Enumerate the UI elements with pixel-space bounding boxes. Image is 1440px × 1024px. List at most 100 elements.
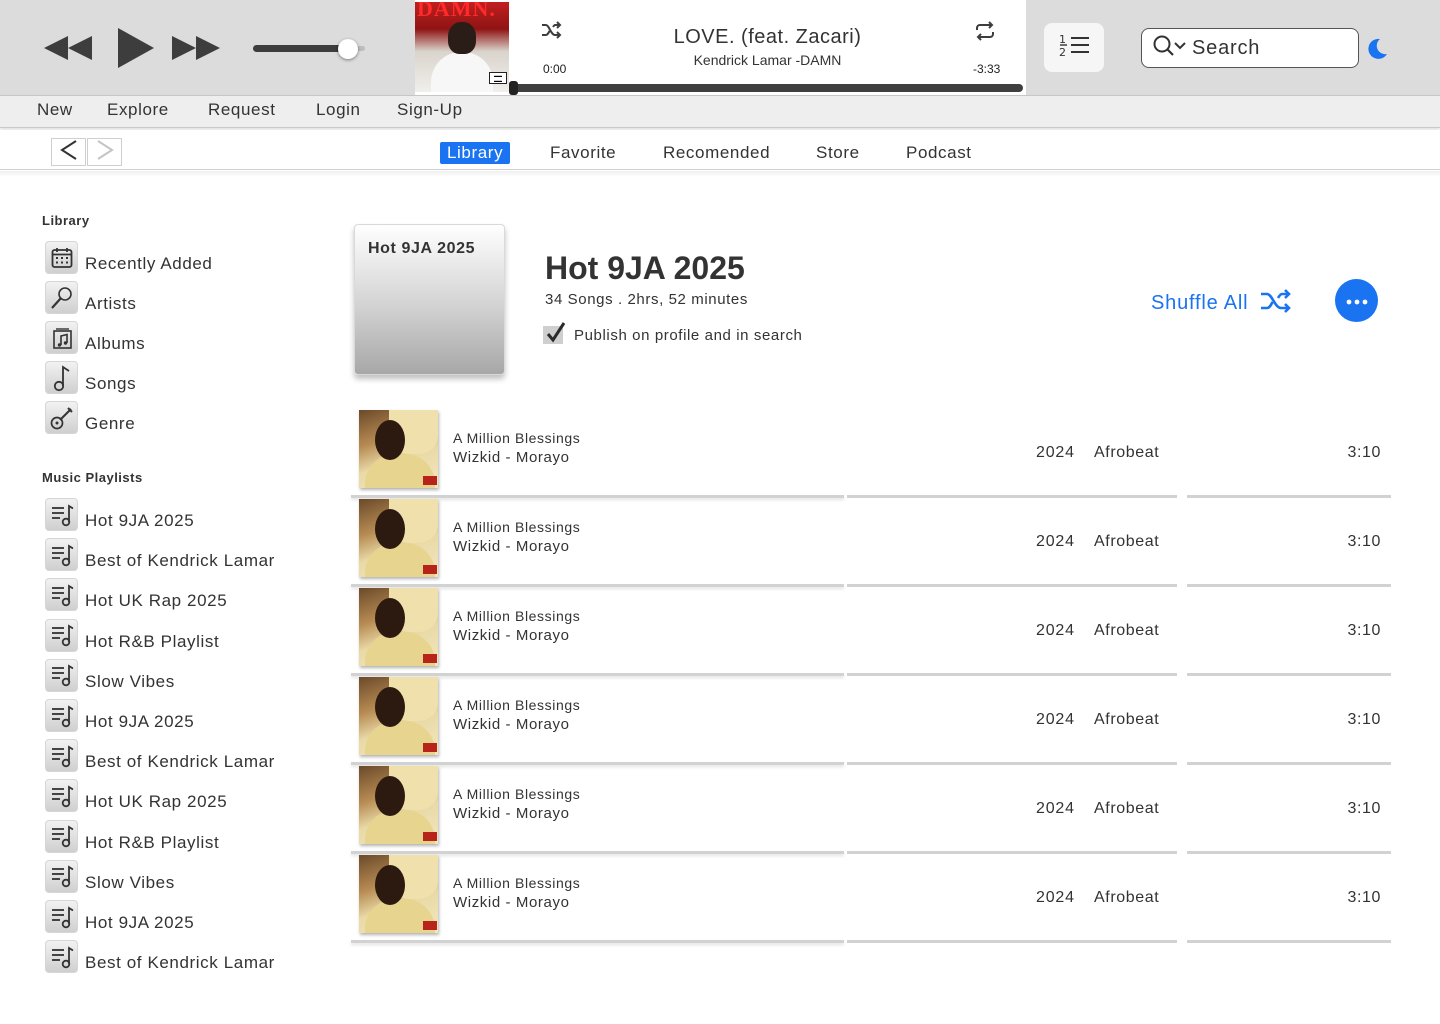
- row-divider: [847, 673, 1177, 676]
- sidebar-playlist-item[interactable]: Hot UK Rap 2025: [44, 779, 314, 819]
- track-artwork[interactable]: [359, 855, 438, 933]
- tab-store[interactable]: Store: [809, 142, 867, 164]
- menu-item-request[interactable]: Request: [208, 100, 276, 120]
- sidebar-playlist-label: Best of Kendrick Lamar: [85, 551, 275, 571]
- track-title: A Million Blessings: [453, 519, 581, 535]
- track-artwork[interactable]: [359, 410, 438, 488]
- row-divider: [1187, 762, 1391, 765]
- sidebar-playlist-label: Hot R&B Playlist: [85, 631, 220, 651]
- tab-favorite[interactable]: Favorite: [543, 142, 623, 164]
- sidebar-item-recently-added[interactable]: Recently Added: [44, 241, 314, 281]
- row-divider: [847, 851, 1177, 854]
- forward-button[interactable]: [87, 138, 122, 166]
- svg-text:2: 2: [1059, 46, 1066, 58]
- tab-library[interactable]: Library: [440, 142, 511, 164]
- artwork-detail: [375, 776, 405, 816]
- tab-bar: Library Favorite Recomended Store Podcas…: [0, 130, 1440, 170]
- track-row[interactable]: A Million Blessings Wizkid - Morayo 2024 Af…: [351, 499, 1391, 588]
- sidebar-playlist-item[interactable]: Hot 9JA 2025: [44, 900, 314, 940]
- publish-checkbox[interactable]: [543, 322, 566, 344]
- sidebar-playlist-item[interactable]: Best of Kendrick Lamar: [44, 940, 314, 980]
- track-artist[interactable]: Wizkid - Morayo: [453, 805, 570, 822]
- track-artist[interactable]: Wizkid - Morayo: [453, 716, 570, 733]
- playlist-icon: [45, 618, 78, 652]
- sidebar-playlist-label: Hot UK Rap 2025: [85, 591, 228, 611]
- track-row[interactable]: A Million Blessings Wizkid - Morayo 2024 Af…: [351, 410, 1391, 499]
- sidebar-item-artists[interactable]: Artists: [44, 281, 314, 321]
- row-divider: [847, 940, 1177, 943]
- numbered-list-icon: 1 2: [1057, 32, 1091, 63]
- now-playing-artist[interactable]: Kendrick Lamar -DAMN: [525, 52, 1010, 68]
- sidebar-playlist-item[interactable]: Hot UK Rap 2025: [44, 578, 314, 618]
- tab-recomended[interactable]: Recomended: [656, 142, 777, 164]
- track-row[interactable]: A Million Blessings Wizkid - Morayo 2024 Af…: [351, 766, 1391, 855]
- track-title: A Million Blessings: [453, 608, 581, 624]
- row-divider: [1187, 940, 1391, 943]
- row-divider: [351, 584, 844, 587]
- track-artist[interactable]: Wizkid - Morayo: [453, 894, 570, 911]
- svg-text:1: 1: [1059, 33, 1066, 46]
- fast-forward-icon[interactable]: [168, 24, 226, 77]
- search-icon[interactable]: [1152, 34, 1188, 63]
- sidebar-playlist-item[interactable]: Hot R&B Playlist: [44, 819, 314, 860]
- menu-item-explore[interactable]: Explore: [107, 100, 169, 120]
- progress-bar[interactable]: [509, 81, 1023, 95]
- shuffle-all-button[interactable]: Shuffle All: [1151, 288, 1294, 319]
- track-row[interactable]: A Million Blessings Wizkid - Morayo 2024 Af…: [351, 588, 1391, 677]
- playlist-artwork-label: Hot 9JA 2025: [368, 240, 476, 257]
- progress-knob[interactable]: [509, 81, 518, 95]
- sidebar-playlist-item[interactable]: Hot 9JA 2025: [44, 699, 314, 739]
- sidebar-playlist-item[interactable]: Best of Kendrick Lamar: [44, 538, 314, 578]
- sidebar-item-genre[interactable]: Genre: [44, 401, 314, 441]
- search-input[interactable]: [1192, 36, 1352, 60]
- sidebar-playlist-label: Hot UK Rap 2025: [85, 792, 228, 812]
- track-artwork[interactable]: [359, 677, 438, 755]
- rewind-icon[interactable]: [40, 24, 98, 77]
- sidebar-item-albums[interactable]: Albums: [44, 321, 314, 361]
- queue-button[interactable]: 1 2: [1044, 23, 1104, 72]
- track-artwork[interactable]: [359, 499, 438, 577]
- transport-controls: [40, 24, 226, 77]
- menu-item-new[interactable]: New: [37, 100, 73, 120]
- moon-icon[interactable]: [1364, 36, 1390, 67]
- now-playing-cover-art[interactable]: DAMN. ▬▬ ▬▬: [415, 2, 509, 92]
- ellipsis-icon: [1346, 292, 1368, 310]
- track-year: 2024: [1036, 622, 1075, 639]
- search-field[interactable]: [1141, 28, 1359, 68]
- volume-knob[interactable]: [338, 39, 359, 59]
- menu-item-sign-up[interactable]: Sign-Up: [397, 100, 463, 120]
- publish-toggle[interactable]: Publish on profile and in search: [543, 322, 803, 344]
- track-artwork[interactable]: [359, 766, 438, 844]
- track-artist[interactable]: Wizkid - Morayo: [453, 538, 570, 555]
- sidebar-item-songs[interactable]: Songs: [44, 361, 314, 401]
- remaining-time: -3:33: [973, 62, 1001, 76]
- track-artwork[interactable]: [359, 588, 438, 666]
- track-artist[interactable]: Wizkid - Morayo: [453, 449, 570, 466]
- track-row[interactable]: A Million Blessings Wizkid - Morayo 2024 Af…: [351, 677, 1391, 766]
- sidebar-playlist-label: Best of Kendrick Lamar: [85, 953, 275, 973]
- cover-logo: DAMN.: [417, 2, 496, 21]
- sidebar-playlist-item[interactable]: Slow Vibes: [44, 658, 314, 699]
- sidebar-playlist-item[interactable]: Hot 9JA 2025: [44, 498, 314, 538]
- track-artist[interactable]: Wizkid - Morayo: [453, 627, 570, 644]
- more-options-button[interactable]: [1335, 279, 1378, 322]
- track-year: 2024: [1036, 889, 1075, 906]
- sidebar-playlist-item[interactable]: Slow Vibes: [44, 859, 314, 900]
- playlist-icon: [45, 578, 78, 612]
- sidebar-playlist-label: Slow Vibes: [85, 671, 175, 691]
- back-button[interactable]: [51, 138, 86, 166]
- tab-podcast[interactable]: Podcast: [899, 142, 979, 164]
- track-genre: Afrobeat: [1094, 444, 1160, 461]
- play-icon[interactable]: [110, 24, 158, 77]
- volume-slider[interactable]: [253, 39, 365, 59]
- playlist-artwork[interactable]: Hot 9JA 2025: [354, 224, 505, 375]
- sidebar-playlist-item[interactable]: Hot R&B Playlist: [44, 618, 314, 659]
- repeat-icon[interactable]: [974, 20, 996, 47]
- artwork-detail: [423, 832, 437, 841]
- sidebar-playlist-item[interactable]: Best of Kendrick Lamar: [44, 739, 314, 779]
- track-genre: Afrobeat: [1094, 800, 1160, 817]
- menu-item-login[interactable]: Login: [316, 100, 361, 120]
- track-row[interactable]: A Million Blessings Wizkid - Morayo 2024 Af…: [351, 855, 1391, 944]
- calendar-icon: [45, 241, 78, 274]
- artwork-detail: [423, 476, 437, 485]
